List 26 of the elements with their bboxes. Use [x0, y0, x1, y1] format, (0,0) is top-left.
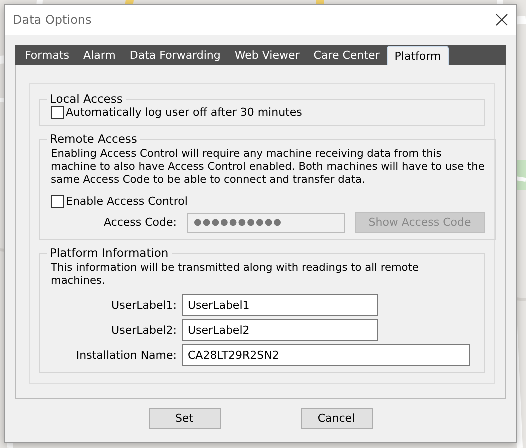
checkbox[interactable] [51, 106, 64, 119]
checkbox-label[interactable]: Automatically log user off after 30 minutes [66, 106, 302, 119]
checkbox-label[interactable]: Enable Access Control [66, 195, 188, 208]
input-field[interactable]: CA28LT29R2SN2 [182, 344, 470, 366]
tab[interactable]: Care Center [306, 46, 387, 65]
checkbox[interactable] [51, 195, 64, 208]
field-label: Installation Name: [76, 348, 177, 362]
close-icon[interactable] [496, 14, 508, 26]
field-label: UserLabel2: [112, 324, 177, 336]
tab[interactable]: Web Viewer [228, 46, 307, 65]
description-text: This information will be transmitted along with readings to all remote machines. [51, 262, 420, 288]
section-title: Platform Information [49, 246, 170, 260]
tab[interactable]: Platform [386, 46, 450, 65]
tab[interactable]: Data Forwarding [122, 46, 228, 65]
dialog-button[interactable]: Set [148, 408, 220, 429]
tab[interactable]: Alarm [76, 46, 123, 65]
window-title: Data Options [13, 13, 92, 27]
tab[interactable]: Formats [18, 46, 76, 65]
dialog-button[interactable]: Cancel [300, 408, 372, 429]
section-title: Remote Access [49, 132, 138, 146]
section-title: Local Access [49, 92, 124, 106]
description-text: Enabling Access Control will require any machine receiving data from this machine to also have Access Control enabled. Both machines will have to use the same Access Code to be able to connect and transfer data. [51, 148, 485, 187]
input-field[interactable]: UserLabel1 [182, 294, 378, 316]
field-label: UserLabel1: [112, 298, 177, 312]
input-field[interactable]: UserLabel2 [182, 319, 378, 341]
field-label: Access Code: [102, 216, 177, 229]
